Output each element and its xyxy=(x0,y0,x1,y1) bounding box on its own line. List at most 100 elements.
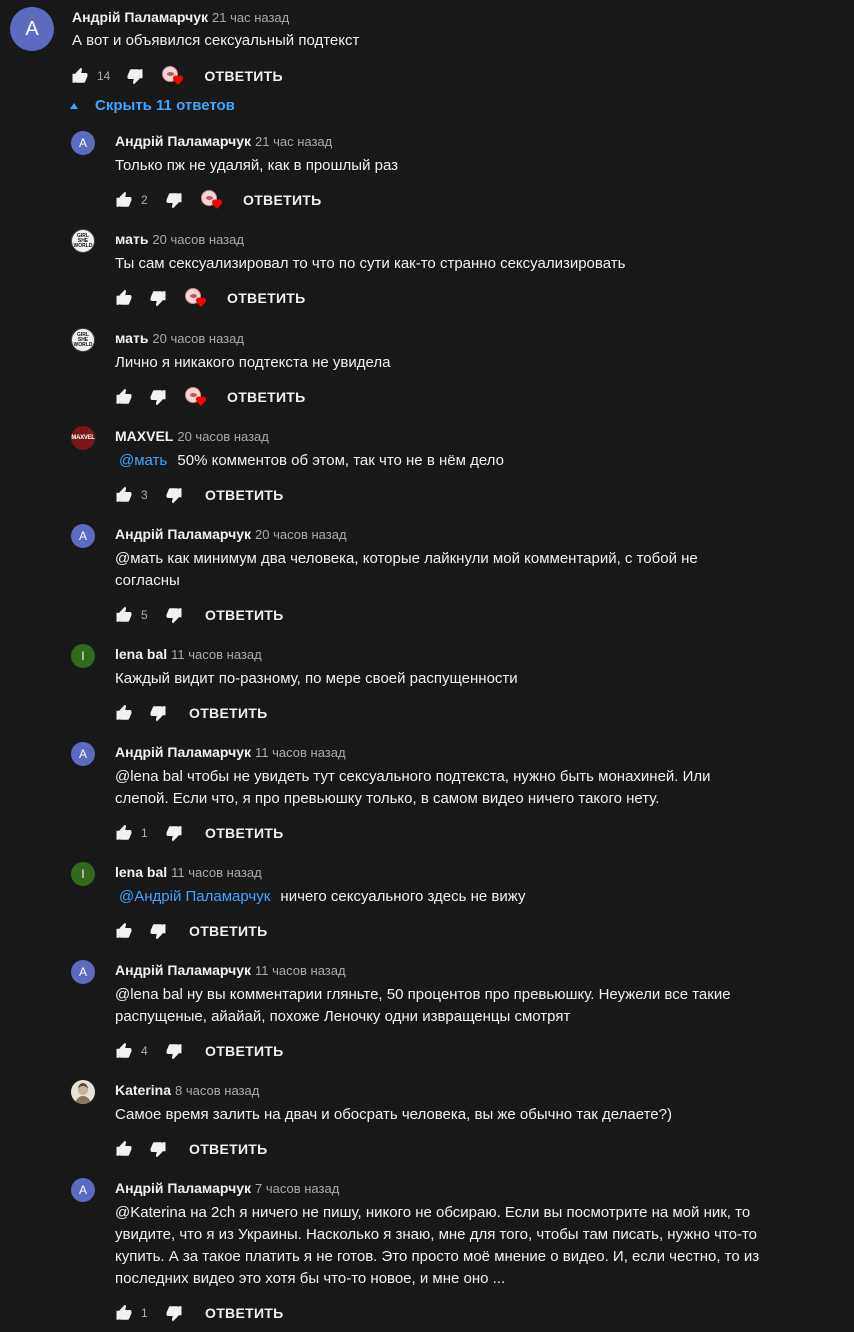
reply-button[interactable]: ОТВЕТИТЬ xyxy=(205,607,284,623)
timestamp[interactable]: 11 часов назад xyxy=(255,963,346,978)
avatar[interactable]: MAXVEL xyxy=(71,426,95,450)
timestamp[interactable]: 20 часов назад xyxy=(152,232,244,247)
comment-text: Ты сам сексуализировал то что по сути ка… xyxy=(115,255,626,272)
thumb-down-icon[interactable] xyxy=(165,1304,183,1322)
timestamp[interactable]: 11 часов назад xyxy=(255,745,346,760)
reply-button[interactable]: ОТВЕТИТЬ xyxy=(205,825,284,841)
mention-link[interactable]: @Андрій Паламарчук xyxy=(119,888,270,905)
thumb-up-icon[interactable] xyxy=(115,486,133,504)
avatar[interactable]: A xyxy=(71,1178,95,1202)
comment-body: 50% комментов об этом, так что не в нём … xyxy=(173,452,504,469)
comment-actions: 1 ОТВЕТИТЬ xyxy=(115,821,284,845)
avatar[interactable] xyxy=(71,1080,95,1104)
avatar[interactable]: l xyxy=(71,644,95,668)
avatar[interactable]: A xyxy=(71,742,95,766)
avatar[interactable]: l xyxy=(71,862,95,886)
author-name[interactable]: Андрій Паламарчук xyxy=(72,9,208,25)
collapse-arrow-icon xyxy=(70,103,78,109)
avatar[interactable]: GIRL SHE WORLD xyxy=(71,229,95,253)
comment-header: мать 20 часов назад xyxy=(115,230,244,249)
author-name[interactable]: lena bal xyxy=(115,864,167,880)
timestamp[interactable]: 21 час назад xyxy=(255,134,332,149)
comment-actions: ОТВЕТИТЬ xyxy=(115,701,268,725)
comment-text: @мать как минимум два человека, которые … xyxy=(115,550,698,589)
creator-heart-icon[interactable] xyxy=(185,387,206,407)
reply-button[interactable]: ОТВЕТИТЬ xyxy=(189,705,268,721)
creator-heart-icon[interactable] xyxy=(185,288,206,308)
comment-actions: ОТВЕТИТЬ xyxy=(115,919,268,943)
timestamp[interactable]: 11 часов назад xyxy=(171,865,262,880)
avatar[interactable]: A xyxy=(71,524,95,548)
author-name[interactable]: Андрій Паламарчук xyxy=(115,744,251,760)
heart-icon xyxy=(212,199,222,209)
thumb-down-icon[interactable] xyxy=(165,191,183,209)
creator-heart-icon[interactable] xyxy=(162,66,184,86)
portrait-icon xyxy=(75,1083,91,1104)
avatar[interactable]: A xyxy=(71,960,95,984)
thumb-down-icon[interactable] xyxy=(149,388,167,406)
comment-header: Андрій Паламарчук 21 час назад xyxy=(115,132,332,151)
thumb-down-icon[interactable] xyxy=(149,289,167,307)
hide-replies-button[interactable]: Скрыть 11 ответов xyxy=(70,97,235,114)
author-name[interactable]: Katerina xyxy=(115,1082,171,1098)
reply-button[interactable]: ОТВЕТИТЬ xyxy=(227,389,306,405)
thumb-down-icon[interactable] xyxy=(149,922,167,940)
reply-button[interactable]: ОТВЕТИТЬ xyxy=(189,1141,268,1157)
timestamp[interactable]: 20 часов назад xyxy=(255,527,347,542)
comment-header: Katerina 8 часов назад xyxy=(115,1081,259,1100)
reply-button[interactable]: ОТВЕТИТЬ xyxy=(204,68,283,84)
thumb-up-icon[interactable] xyxy=(115,922,133,940)
thumb-down-icon[interactable] xyxy=(165,824,183,842)
thumb-up-icon[interactable] xyxy=(71,67,89,85)
author-name[interactable]: Андрій Паламарчук xyxy=(115,962,251,978)
thumb-up-icon[interactable] xyxy=(115,191,133,209)
thumb-up-icon[interactable] xyxy=(115,824,133,842)
comment-actions: 1 ОТВЕТИТЬ xyxy=(115,1301,284,1325)
reply-button[interactable]: ОТВЕТИТЬ xyxy=(243,192,322,208)
reply-button[interactable]: ОТВЕТИТЬ xyxy=(205,1043,284,1059)
reply-button[interactable]: ОТВЕТИТЬ xyxy=(205,487,284,503)
timestamp[interactable]: 7 часов назад xyxy=(255,1181,339,1196)
timestamp[interactable]: 20 часов назад xyxy=(177,429,269,444)
mention-link[interactable]: @мать xyxy=(119,452,167,469)
author-name[interactable]: мать xyxy=(115,231,148,247)
thumb-down-icon[interactable] xyxy=(126,67,144,85)
comment-actions: 3 ОТВЕТИТЬ xyxy=(115,483,284,507)
comment-text: @Katerina на 2ch я ничего не пишу, никог… xyxy=(115,1204,760,1287)
comment-text: @lena bal чтобы не увидеть тут сексуальн… xyxy=(115,768,711,807)
thumb-up-icon[interactable] xyxy=(115,1042,133,1060)
author-name[interactable]: Андрій Паламарчук xyxy=(115,1180,251,1196)
avatar[interactable]: A xyxy=(71,131,95,155)
comment-text: @мать 50% комментов об этом, так что не … xyxy=(119,450,769,472)
thumb-up-icon[interactable] xyxy=(115,388,133,406)
thumb-down-icon[interactable] xyxy=(165,1042,183,1060)
thumb-up-icon[interactable] xyxy=(115,1140,133,1158)
timestamp[interactable]: 21 час назад xyxy=(212,10,289,25)
creator-heart-icon[interactable] xyxy=(201,190,222,210)
thumb-down-icon[interactable] xyxy=(149,1140,167,1158)
author-name[interactable]: MAXVEL xyxy=(115,428,173,444)
author-name[interactable]: мать xyxy=(115,330,148,346)
like-count: 4 xyxy=(141,1044,148,1058)
thumb-up-icon[interactable] xyxy=(115,704,133,722)
reply-button[interactable]: ОТВЕТИТЬ xyxy=(227,290,306,306)
heart-icon xyxy=(196,297,206,307)
author-name[interactable]: lena bal xyxy=(115,646,167,662)
like-count: 3 xyxy=(141,488,148,502)
avatar[interactable]: A xyxy=(10,7,54,51)
top-comment: A Андрій Паламарчук 21 час назад А вот и … xyxy=(0,0,854,95)
reply-button[interactable]: ОТВЕТИТЬ xyxy=(189,923,268,939)
thumb-up-icon[interactable] xyxy=(115,289,133,307)
avatar[interactable]: GIRL SHE WORLD xyxy=(71,328,95,352)
author-name[interactable]: Андрій Паламарчук xyxy=(115,133,251,149)
thumb-up-icon[interactable] xyxy=(115,1304,133,1322)
thumb-down-icon[interactable] xyxy=(165,606,183,624)
timestamp[interactable]: 8 часов назад xyxy=(175,1083,259,1098)
thumb-down-icon[interactable] xyxy=(165,486,183,504)
timestamp[interactable]: 20 часов назад xyxy=(152,331,244,346)
timestamp[interactable]: 11 часов назад xyxy=(171,647,262,662)
reply-button[interactable]: ОТВЕТИТЬ xyxy=(205,1305,284,1321)
author-name[interactable]: Андрій Паламарчук xyxy=(115,526,251,542)
thumb-down-icon[interactable] xyxy=(149,704,167,722)
thumb-up-icon[interactable] xyxy=(115,606,133,624)
